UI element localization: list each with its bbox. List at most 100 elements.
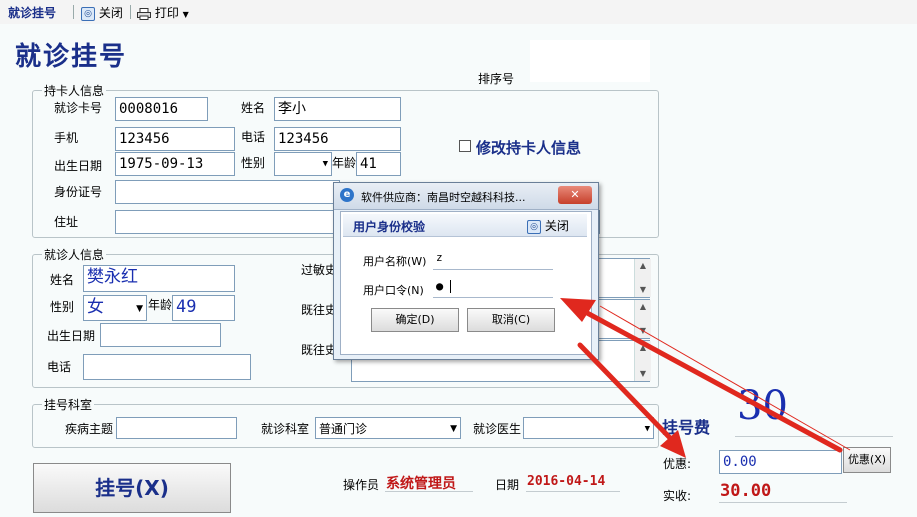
actual-label: 实收: xyxy=(663,489,692,503)
doctor-label: 就诊医生 xyxy=(473,422,522,436)
history-label-1: 既往史 xyxy=(301,303,338,317)
date-value: 2016-04-14 xyxy=(527,474,606,489)
password-field[interactable]: ● xyxy=(433,277,553,298)
dialog-header-title: 用户身份校验 xyxy=(353,220,426,234)
subject-label: 疾病主题 xyxy=(65,422,114,436)
serial-field[interactable] xyxy=(530,40,650,82)
fee-label: 挂号费 xyxy=(662,418,711,437)
register-button[interactable]: 挂号(X) xyxy=(33,463,231,513)
scroll-down-icon[interactable]: ▼ xyxy=(635,324,651,338)
patient-birth-label: 出生日期 xyxy=(47,329,96,343)
chevron-down-icon: ▼ xyxy=(182,10,189,19)
auth-dialog: e 软件供应商：南昌时空越科科技... ✕ 用户身份校验 ◎ 关闭 用户名称(W… xyxy=(333,182,599,360)
dept-value: 普通门诊 xyxy=(319,422,368,436)
toolbar-title: 就诊挂号 xyxy=(8,6,57,20)
address-label: 住址 xyxy=(54,215,79,229)
modify-cardholder-checkbox[interactable] xyxy=(459,140,471,152)
dept-label: 就诊科室 xyxy=(261,422,310,436)
patient-group-title: 就诊人信息 xyxy=(42,246,107,263)
chevron-down-icon: ▼ xyxy=(450,424,457,434)
birth-field[interactable]: 1975-09-13 xyxy=(115,152,235,176)
id-label: 身份证号 xyxy=(54,185,103,199)
patient-name-label: 姓名 xyxy=(50,273,75,287)
dialog-close-button[interactable]: ◎ 关闭 xyxy=(527,217,569,234)
department-group-title: 挂号科室 xyxy=(42,396,95,413)
password-label: 用户口令(N) xyxy=(363,284,424,297)
date-label: 日期 xyxy=(495,478,520,492)
history-label-2: 既往史 xyxy=(301,343,338,357)
chevron-down-icon: ▼ xyxy=(644,424,650,434)
username-label: 用户名称(W) xyxy=(363,255,427,268)
operator-value: 系统管理员 xyxy=(386,476,456,492)
patient-age-field[interactable]: 49 xyxy=(172,295,235,321)
cardholder-age-label: 年龄 xyxy=(332,156,357,170)
date-underline xyxy=(526,491,620,492)
patient-gender-label: 性别 xyxy=(50,300,75,314)
cardholder-gender-select[interactable]: ▼ xyxy=(274,152,332,176)
modify-cardholder-label: 修改持卡人信息 xyxy=(476,139,582,157)
fee-underline xyxy=(735,436,893,437)
close-icon: ✕ xyxy=(570,188,580,201)
text-cursor xyxy=(450,280,452,293)
scroll-down-icon[interactable]: ▼ xyxy=(635,367,651,381)
chevron-down-icon: ▼ xyxy=(322,159,328,169)
tel-label: 电话 xyxy=(241,130,266,144)
close-button[interactable]: ◎ 关闭 xyxy=(81,4,123,21)
cancel-button[interactable]: 取消(C) xyxy=(467,308,555,332)
close-label: 关闭 xyxy=(98,6,123,20)
allergy-scrollbar[interactable]: ▲ ▼ xyxy=(634,259,651,297)
dialog-body: 用户身份校验 ◎ 关闭 用户名称(W) z 用户口令(N) ● 确定(D) 取消… xyxy=(340,211,592,355)
cardholder-name-field[interactable]: 李小 xyxy=(274,97,401,121)
scroll-up-icon[interactable]: ▲ xyxy=(635,341,651,355)
patient-age-label: 年龄 xyxy=(148,298,173,312)
tel-field[interactable]: 123456 xyxy=(274,127,401,151)
print-label: 打印 xyxy=(154,6,179,20)
patient-gender-value: 女 xyxy=(87,297,104,317)
card-no-label: 就诊卡号 xyxy=(54,101,103,115)
phone-field[interactable]: 123456 xyxy=(115,127,235,151)
window-close-button[interactable]: ✕ xyxy=(558,186,592,204)
username-field[interactable]: z xyxy=(433,249,553,270)
print-button[interactable]: 打印 ▼ xyxy=(137,4,189,21)
page-title: 就诊挂号 xyxy=(15,42,128,72)
dialog-header: 用户身份校验 ◎ 关闭 xyxy=(343,214,587,237)
history-scrollbar-2[interactable]: ▲ ▼ xyxy=(634,341,651,381)
patient-tel-field[interactable] xyxy=(83,354,251,380)
dialog-titlebar[interactable]: e 软件供应商：南昌时空越科科技... ✕ xyxy=(334,183,598,210)
dialog-close-label: 关闭 xyxy=(544,219,569,233)
patient-birth-field[interactable] xyxy=(100,323,221,347)
operator-underline xyxy=(385,491,473,492)
cardholder-name-label: 姓名 xyxy=(241,101,266,115)
history-scrollbar-1[interactable]: ▲ ▼ xyxy=(634,300,651,338)
cardholder-group-title: 持卡人信息 xyxy=(42,82,107,99)
discount-button[interactable]: 优惠(X) xyxy=(843,447,891,473)
scroll-down-icon[interactable]: ▼ xyxy=(635,283,651,297)
patient-tel-label: 电话 xyxy=(47,360,72,374)
phone-label: 手机 xyxy=(54,131,79,145)
fee-value: 30 xyxy=(737,383,788,429)
printer-icon xyxy=(137,7,151,20)
chevron-down-icon: ▼ xyxy=(136,304,143,314)
serial-label: 排序号 xyxy=(478,72,515,86)
address-field[interactable] xyxy=(115,210,340,234)
toolbar-separator xyxy=(130,5,131,19)
doctor-select[interactable]: ▼ xyxy=(523,417,654,439)
discount-field[interactable]: 0.00 xyxy=(719,450,842,474)
scroll-up-icon[interactable]: ▲ xyxy=(635,259,651,273)
dept-select[interactable]: 普通门诊 ▼ xyxy=(315,417,461,439)
allergy-label: 过敏史 xyxy=(301,263,338,277)
id-field[interactable] xyxy=(115,180,340,204)
subject-field[interactable] xyxy=(116,417,237,439)
ok-button[interactable]: 确定(D) xyxy=(371,308,459,332)
toolbar-separator xyxy=(73,5,74,19)
password-value: ● xyxy=(436,279,444,293)
operator-label: 操作员 xyxy=(343,478,380,492)
patient-name-field[interactable]: 樊永红 xyxy=(83,265,235,292)
scroll-up-icon[interactable]: ▲ xyxy=(635,300,651,314)
birth-label: 出生日期 xyxy=(54,159,103,173)
browser-icon: e xyxy=(340,188,354,202)
actual-value: 30.00 xyxy=(720,481,772,501)
card-no-field[interactable]: 0008016 xyxy=(115,97,208,121)
patient-gender-select[interactable]: 女 ▼ xyxy=(83,295,147,321)
cardholder-age-field[interactable]: 41 xyxy=(356,152,401,176)
